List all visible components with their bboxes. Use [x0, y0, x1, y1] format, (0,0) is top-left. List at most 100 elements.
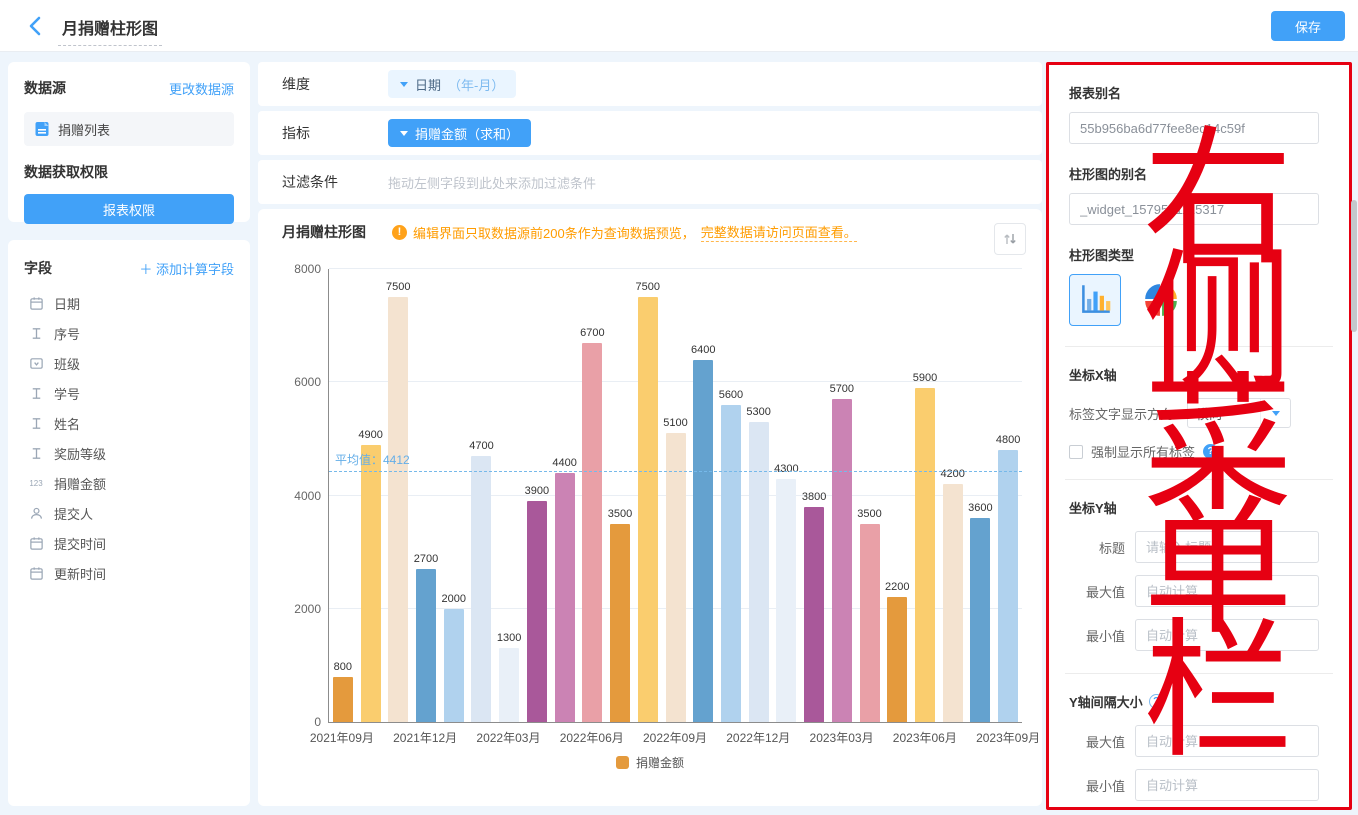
notice-link[interactable]: 完整数据请访问页面查看。: [701, 222, 857, 242]
legend-swatch: [616, 756, 629, 769]
bar-value-label: 4200: [940, 468, 964, 480]
add-calc-field-link[interactable]: ＋ 添加计算字段: [139, 259, 234, 278]
x-axis-tick-label: 2023年03月: [810, 729, 874, 746]
fields-card: 字段 ＋ 添加计算字段 日期序号班级学号姓名奖励等级123捐赠金额提交人提交时间…: [8, 240, 250, 806]
bar[interactable]: [970, 518, 990, 722]
sort-button[interactable]: [994, 223, 1026, 255]
text-icon: [28, 445, 44, 461]
field-item[interactable]: 日期: [24, 288, 234, 318]
bar[interactable]: [693, 360, 713, 722]
field-item[interactable]: 123捐赠金额: [24, 468, 234, 498]
bar[interactable]: [527, 501, 547, 722]
widget-alias-input[interactable]: [1069, 193, 1319, 225]
bar[interactable]: [721, 405, 741, 722]
bar-value-label: 6700: [580, 327, 604, 339]
bar[interactable]: [444, 609, 464, 722]
bar-value-label: 2000: [441, 593, 465, 605]
bar-value-label: 5700: [830, 383, 854, 395]
help-icon[interactable]: ?: [1203, 444, 1218, 459]
bar[interactable]: [471, 456, 491, 722]
field-item[interactable]: 奖励等级: [24, 438, 234, 468]
metric-value: 捐赠金额（求和）: [415, 124, 519, 143]
bar-value-label: 5300: [746, 406, 770, 418]
pie-chart-type-option[interactable]: [1135, 274, 1187, 326]
field-label: 日期: [54, 294, 80, 313]
bar[interactable]: [804, 507, 824, 722]
bar-chart-plot: 0200040006000800080049007500270020004700…: [328, 269, 1022, 723]
average-line-label: 平均值：4412: [335, 451, 410, 468]
page-title: 月捐赠柱形图: [58, 15, 162, 46]
filter-row[interactable]: 过滤条件 拖动左侧字段到此处来添加过滤条件: [258, 160, 1042, 204]
datasource-card: 数据源 更改数据源 捐赠列表 数据获取权限 报表权限: [8, 62, 250, 222]
field-item[interactable]: 提交人: [24, 498, 234, 528]
app-window: 月捐赠柱形图 保存 数据源 更改数据源 捐赠列表 数据获取权限 报表权限 字段 …: [0, 0, 1358, 815]
calendar-icon: [28, 295, 44, 311]
bar[interactable]: [998, 450, 1018, 722]
bar[interactable]: [860, 524, 880, 722]
yinterval-min-label: 最小值: [1069, 776, 1125, 795]
yaxis-min-label: 最小值: [1069, 626, 1125, 645]
field-item[interactable]: 姓名: [24, 408, 234, 438]
dimension-label: 维度: [282, 74, 388, 94]
yaxis-min-input[interactable]: [1135, 619, 1319, 651]
bar[interactable]: [582, 343, 602, 722]
change-datasource-link[interactable]: 更改数据源: [169, 79, 234, 98]
field-item[interactable]: 序号: [24, 318, 234, 348]
dimension-tag[interactable]: 日期（年-月）: [388, 70, 516, 98]
bar[interactable]: [832, 399, 852, 722]
bar[interactable]: [915, 388, 935, 722]
label-direction-row: 标签文字显示方向 横向: [1069, 398, 1329, 428]
bar[interactable]: [776, 479, 796, 722]
field-item[interactable]: 更新时间: [24, 558, 234, 588]
metric-tag[interactable]: 捐赠金额（求和）: [388, 119, 531, 147]
back-button[interactable]: [24, 14, 48, 38]
bar[interactable]: [499, 648, 519, 722]
preview-notice: ! 编辑界面只取数据源前200条作为查询数据预览，完整数据请访问页面查看。: [392, 222, 857, 242]
caret-down-icon: [1260, 399, 1290, 427]
caret-down-icon: [400, 131, 408, 136]
bar[interactable]: [638, 297, 658, 722]
text-icon: [28, 385, 44, 401]
bar[interactable]: [555, 473, 575, 722]
yaxis-max-input[interactable]: [1135, 575, 1319, 607]
chart-type-picker: [1069, 274, 1329, 326]
metric-row: 指标 捐赠金额（求和）: [258, 111, 1042, 155]
report-permission-button[interactable]: 报表权限: [24, 194, 234, 224]
force-labels-checkbox[interactable]: [1069, 445, 1083, 459]
bar[interactable]: [887, 597, 907, 722]
help-icon[interactable]: ?: [1149, 694, 1164, 709]
report-alias-input[interactable]: [1069, 112, 1319, 144]
field-item[interactable]: 学号: [24, 378, 234, 408]
bar[interactable]: [333, 677, 353, 722]
bar[interactable]: [388, 297, 408, 722]
bar-value-label: 3500: [857, 508, 881, 520]
datasource-title: 数据源: [24, 78, 66, 98]
scrollbar-thumb[interactable]: [1351, 200, 1357, 332]
number-icon: 123: [28, 475, 44, 491]
bar[interactable]: [749, 422, 769, 722]
chart-legend[interactable]: 捐赠金额: [258, 754, 1042, 771]
x-axis-tick-label: 2023年09月: [976, 729, 1040, 746]
pie-chart-icon: [1142, 281, 1180, 319]
yaxis-title-input[interactable]: [1135, 531, 1319, 563]
yinterval-min-input[interactable]: [1135, 769, 1319, 801]
label-direction-select[interactable]: 横向: [1187, 398, 1291, 428]
field-item[interactable]: 班级: [24, 348, 234, 378]
datasource-item[interactable]: 捐赠列表: [24, 112, 234, 146]
bar[interactable]: [361, 445, 381, 722]
field-item[interactable]: 提交时间: [24, 528, 234, 558]
field-label: 更新时间: [54, 564, 106, 583]
document-icon: [34, 121, 50, 137]
save-button[interactable]: 保存: [1271, 11, 1345, 41]
yinterval-min-row: 最小值: [1069, 769, 1329, 801]
yaxis-max-label: 最大值: [1069, 582, 1125, 601]
bar[interactable]: [610, 524, 630, 722]
bar[interactable]: [666, 433, 686, 722]
label-direction-value: 横向: [1188, 404, 1260, 423]
yinterval-max-input[interactable]: [1135, 725, 1319, 757]
field-label: 提交时间: [54, 534, 106, 553]
bar-value-label: 4900: [358, 429, 382, 441]
bar[interactable]: [943, 484, 963, 722]
bar-chart-type-option[interactable]: [1069, 274, 1121, 326]
bar[interactable]: [416, 569, 436, 722]
